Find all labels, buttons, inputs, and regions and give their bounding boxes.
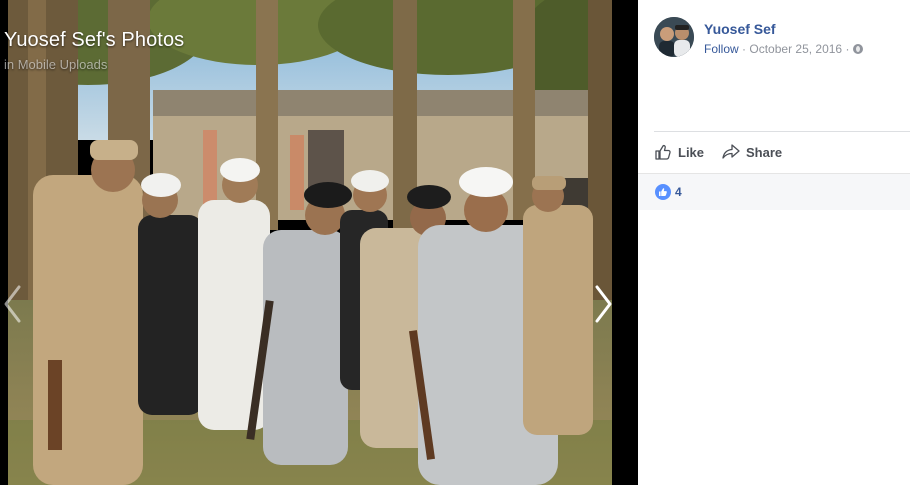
next-photo-button[interactable] xyxy=(592,284,614,324)
post-header: Yuosef Sef Follow · October 25, 2016 · xyxy=(638,0,910,130)
chevron-left-icon xyxy=(4,285,21,323)
share-icon xyxy=(722,144,740,159)
profile-picture xyxy=(654,17,694,57)
post-date[interactable]: October 25, 2016 xyxy=(749,42,842,56)
chevron-right-icon xyxy=(595,285,612,323)
globe-icon[interactable] xyxy=(852,44,863,54)
photo-viewer: Yuosef Sef's Photos in Mobile Uploads xyxy=(0,0,638,485)
thumbs-up-icon xyxy=(659,188,667,196)
divider xyxy=(654,131,910,132)
post-actions: Like Share xyxy=(654,138,800,166)
reactions-bar: 4 xyxy=(638,173,910,210)
album-link[interactable]: in Mobile Uploads xyxy=(4,57,107,72)
avatar[interactable] xyxy=(654,17,694,57)
reaction-count[interactable]: 4 xyxy=(675,185,682,199)
meta-separator: · xyxy=(845,42,850,56)
post-meta: Follow · October 25, 2016 · xyxy=(704,42,863,56)
share-label: Share xyxy=(746,144,783,160)
follow-link[interactable]: Follow xyxy=(704,42,739,56)
viewer-title[interactable]: Yuosef Sef's Photos xyxy=(4,29,184,52)
photo-sidebar: Yuosef Sef Follow · October 25, 2016 · L… xyxy=(638,0,910,485)
meta-separator: · xyxy=(742,42,747,56)
owner-name[interactable]: Yuosef Sef xyxy=(704,21,776,37)
like-button[interactable]: Like xyxy=(654,143,704,161)
photo[interactable] xyxy=(8,0,612,485)
like-reaction-icon[interactable] xyxy=(655,184,671,200)
photo-image xyxy=(8,0,612,485)
thumbs-up-icon xyxy=(655,144,671,160)
like-label: Like xyxy=(678,144,705,160)
share-button[interactable]: Share xyxy=(722,143,782,161)
previous-photo-button[interactable] xyxy=(2,284,24,324)
